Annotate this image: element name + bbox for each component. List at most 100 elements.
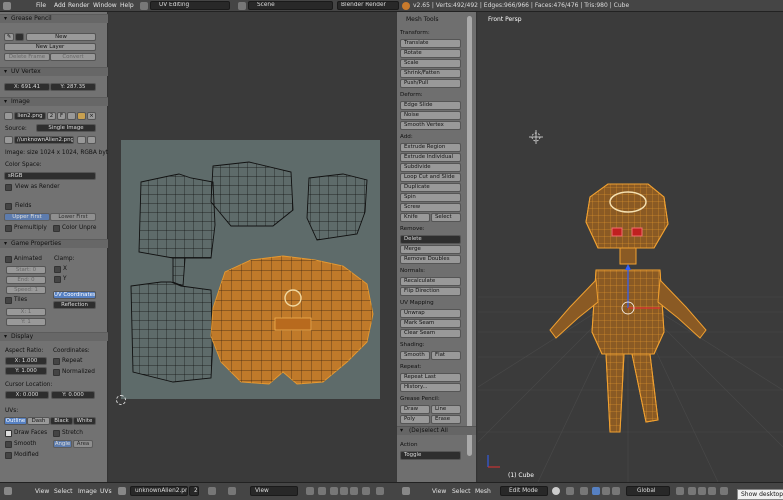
screen-layout-field[interactable]: UV Editing — [150, 1, 230, 10]
image-name-bottom-field[interactable]: unknownAlien2.png — [130, 486, 188, 496]
uv-view-menu[interactable]: View — [35, 488, 49, 495]
spin-button[interactable]: Spin — [400, 193, 461, 202]
3d-view-menu[interactable]: View — [432, 488, 446, 495]
recalculate-button[interactable]: Recalculate — [400, 277, 461, 286]
uv-select-menu[interactable]: Select — [54, 488, 73, 495]
outline-button[interactable]: Outline — [4, 417, 27, 425]
menu-add[interactable]: Add — [54, 2, 66, 9]
image-users-field[interactable]: 2 — [47, 112, 56, 120]
upper-first-button[interactable]: Upper First — [4, 213, 50, 221]
2d-cursor-icon[interactable] — [116, 395, 126, 405]
fields-checkbox[interactable] — [5, 203, 12, 210]
tiles-checkbox[interactable] — [5, 297, 12, 304]
image-unlink-icon[interactable]: × — [87, 112, 96, 120]
uv-uvs-menu[interactable]: UVs — [100, 488, 112, 495]
reload-image-icon[interactable] — [77, 136, 86, 144]
angle-button[interactable]: Angle — [53, 440, 72, 448]
menu-file[interactable]: File — [36, 2, 46, 9]
pivot-icon[interactable] — [306, 487, 314, 495]
pivot-point-icon[interactable] — [566, 487, 574, 495]
viewport-shading-icon[interactable] — [552, 487, 560, 495]
snap-icon[interactable] — [362, 487, 370, 495]
manipulator-icon[interactable] — [580, 487, 588, 495]
cursor-y-field[interactable]: Y: 0.000 — [51, 391, 95, 399]
grease-layer-field[interactable] — [15, 33, 24, 41]
edge-mode-icon[interactable] — [698, 487, 706, 495]
unwrap-button[interactable]: Unwrap — [400, 309, 461, 318]
layout-icon[interactable] — [140, 2, 148, 10]
3d-viewport[interactable]: Front Persp (1) Cube — [478, 12, 783, 482]
image-open-icon[interactable] — [77, 112, 86, 120]
pencil-icon-button[interactable]: ✎ — [4, 33, 14, 41]
aspect-x-field[interactable]: X: 1.000 — [5, 357, 47, 365]
image-pin-icon[interactable] — [208, 487, 216, 495]
menu-render[interactable]: Render — [68, 2, 89, 9]
gp-erase-button[interactable]: Erase — [431, 415, 461, 424]
remove-doubles-button[interactable]: Remove Doubles — [400, 255, 461, 264]
image-path-field[interactable]: //unknownAlien2.png — [14, 136, 74, 144]
face-select-icon[interactable] — [350, 487, 358, 495]
rotate-button[interactable]: Rotate — [400, 49, 461, 58]
subdivide-button[interactable]: Subdivide — [400, 163, 461, 172]
render-engine-field[interactable]: Blender Render — [337, 1, 399, 10]
uv-image-menu[interactable]: Image — [78, 488, 97, 495]
channels-icon[interactable] — [376, 487, 384, 495]
browse-file-icon[interactable] — [87, 136, 96, 144]
shade-flat-button[interactable]: Flat — [431, 351, 461, 360]
clamp-y-checkbox[interactable] — [54, 276, 61, 283]
image-browse-icon[interactable] — [4, 112, 13, 120]
tools-scrollbar[interactable] — [467, 16, 472, 456]
uv-coordinates-button[interactable]: UV Coordinates — [53, 291, 96, 299]
scene-icon[interactable] — [238, 2, 246, 10]
screw-button[interactable]: Screw — [400, 203, 461, 212]
section-display[interactable]: Display — [0, 332, 108, 341]
layer-toggle-icon[interactable] — [676, 487, 684, 495]
action-dropdown[interactable]: Toggle — [400, 451, 461, 460]
new-layer-button[interactable]: New Layer — [4, 43, 96, 51]
image-editor-type-icon[interactable] — [4, 487, 12, 495]
repeat-checkbox[interactable] — [53, 358, 60, 365]
lower-first-button[interactable]: Lower First — [50, 213, 96, 221]
mark-seam-button[interactable]: Mark Seam — [400, 319, 461, 328]
uv-texture-canvas[interactable] — [121, 140, 380, 399]
premultiply-checkbox[interactable] — [5, 225, 12, 232]
image-browse-bottom-icon[interactable] — [118, 487, 126, 495]
source-dropdown[interactable]: Single Image — [36, 124, 96, 132]
vertex-mode-icon[interactable] — [688, 487, 696, 495]
reflection-button[interactable]: Reflection — [53, 301, 96, 309]
uv-vertex-x-field[interactable]: X: 691.41 — [4, 83, 50, 91]
noise-button[interactable]: Noise — [400, 111, 461, 120]
vertex-select-icon[interactable] — [330, 487, 338, 495]
merge-button[interactable]: Merge — [400, 245, 461, 254]
orientation-dropdown[interactable]: Global — [626, 486, 670, 496]
scale-manipulator-icon[interactable] — [612, 487, 620, 495]
modified-checkbox[interactable] — [5, 452, 12, 459]
knife-select-button[interactable]: Select — [431, 213, 461, 222]
smooth-vertex-button[interactable]: Smooth Vertex — [400, 121, 461, 130]
menu-help[interactable]: Help — [120, 2, 134, 9]
3d-editor-type-icon[interactable] — [402, 487, 410, 495]
loop-cut-slide-button[interactable]: Loop Cut and Slide — [400, 173, 461, 182]
start-field[interactable]: Start: 0 — [6, 266, 46, 274]
section-uv-vertex[interactable]: UV Vertex — [0, 67, 108, 76]
black-button[interactable]: Black — [50, 417, 73, 425]
history-button[interactable]: History... — [400, 383, 461, 392]
mesh-tools-header[interactable]: Mesh Tools — [406, 16, 438, 23]
shade-smooth-button[interactable]: Smooth — [400, 351, 430, 360]
image-fake-user-button[interactable]: F — [57, 112, 66, 120]
tiles-y-field[interactable]: Y: 1 — [6, 318, 46, 326]
rotate-manipulator-icon[interactable] — [602, 487, 610, 495]
animated-checkbox[interactable] — [5, 256, 12, 263]
gp-draw-button[interactable]: Draw — [400, 405, 430, 414]
scale-button[interactable]: Scale — [400, 59, 461, 68]
image-path-icon[interactable] — [4, 136, 13, 144]
delete-frame-button[interactable]: Delete Frame — [4, 53, 50, 61]
flip-direction-button[interactable]: Flip Direction — [400, 287, 461, 296]
image-new-icon[interactable] — [67, 112, 76, 120]
occlude-icon[interactable] — [720, 487, 728, 495]
gp-line-button[interactable]: Line — [431, 405, 461, 414]
sync-icon[interactable] — [318, 487, 326, 495]
3d-mesh-menu[interactable]: Mesh — [475, 488, 491, 495]
section-image[interactable]: Image — [0, 97, 108, 106]
knife-button[interactable]: Knife — [400, 213, 430, 222]
